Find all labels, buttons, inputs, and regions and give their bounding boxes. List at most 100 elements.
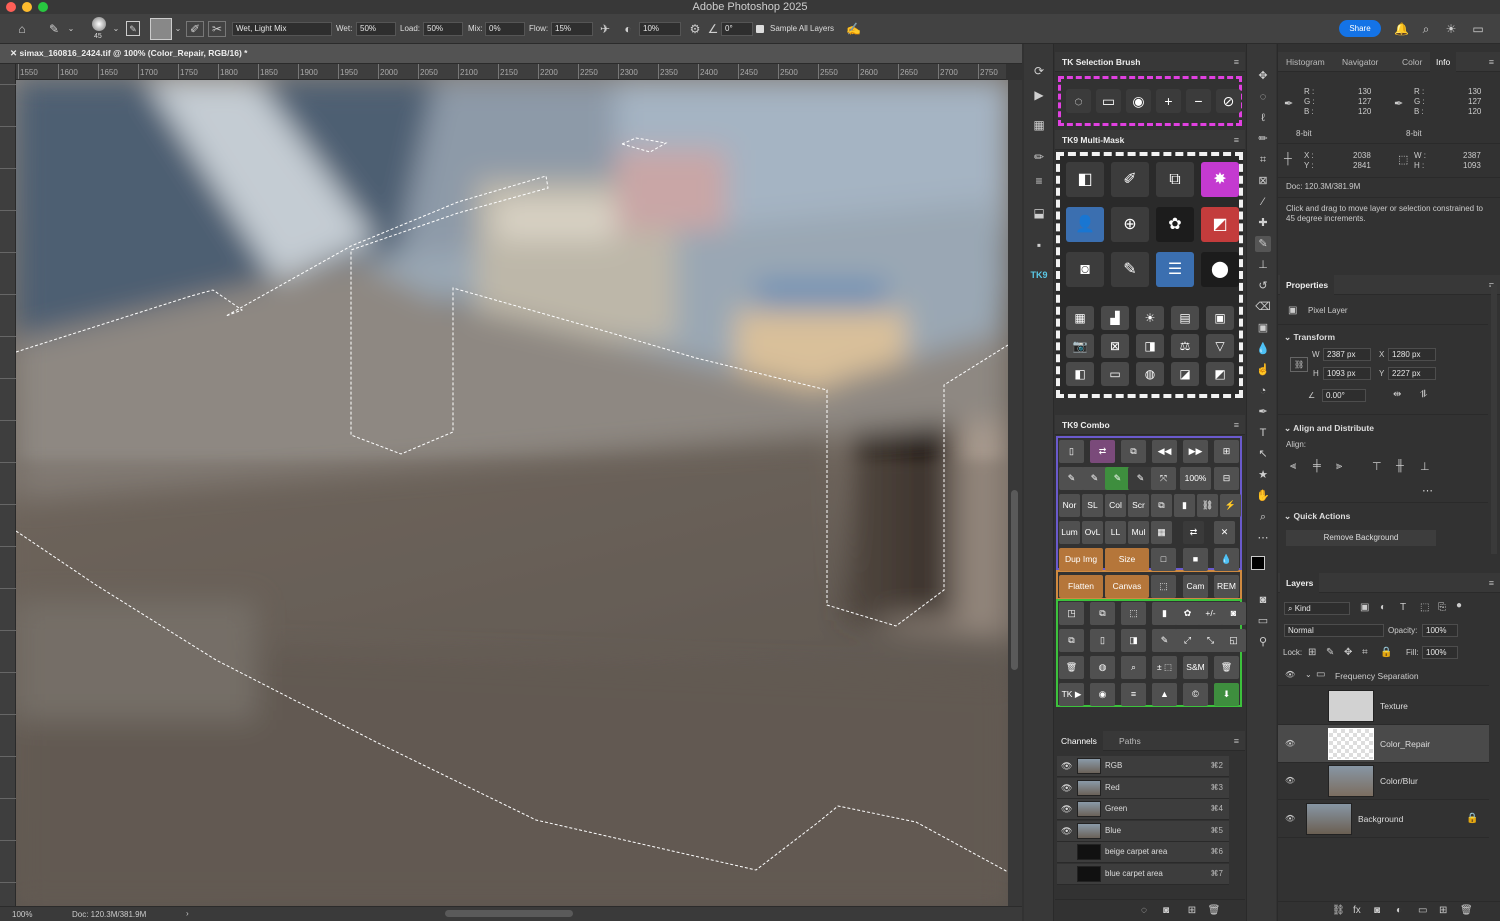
- lock-transparent-icon[interactable]: ⊞: [1308, 647, 1316, 658]
- combo-icon-button[interactable]: ✎: [1152, 629, 1177, 652]
- lock-artboard-icon[interactable]: ⌗: [1362, 647, 1368, 658]
- multimask-small-button[interactable]: ▣: [1206, 306, 1234, 330]
- tk-selection-button[interactable]: ⊘: [1216, 89, 1241, 113]
- combo-rem-button[interactable]: REM CAF: [1214, 575, 1239, 598]
- combo-sl-button[interactable]: SL: [1082, 494, 1103, 517]
- combo-canvas-button[interactable]: Canvas: [1105, 575, 1149, 598]
- tab-navigator[interactable]: Navigator: [1336, 52, 1384, 72]
- blend-mode-select[interactable]: Normal: [1284, 624, 1384, 637]
- panel-menu-icon[interactable]: ≡: [1234, 57, 1239, 67]
- multimask-small-button[interactable]: 📷: [1066, 334, 1094, 358]
- channel-row[interactable]: 👁 RGB ⌘2: [1057, 756, 1229, 777]
- layer-row[interactable]: Texture: [1278, 687, 1489, 725]
- channel-row[interactable]: beige carpet area ⌘6: [1057, 842, 1229, 863]
- eye-icon[interactable]: 👁: [1285, 739, 1295, 748]
- combo-icon-button[interactable]: ⊟: [1214, 467, 1239, 490]
- close-window-button[interactable]: [6, 2, 16, 12]
- multimask-small-button[interactable]: ⚖: [1171, 334, 1199, 358]
- combo-icon-button[interactable]: 💧: [1214, 548, 1239, 571]
- panel-menu-icon[interactable]: ≡: [1489, 57, 1494, 67]
- hand-tool-icon[interactable]: ✋: [1255, 488, 1271, 504]
- tk-selection-button[interactable]: ◉: [1126, 89, 1151, 113]
- tool-preset-chevron-icon[interactable]: ⌄: [66, 22, 76, 36]
- wet-input[interactable]: 50%: [356, 22, 396, 36]
- load-selection-icon[interactable]: ◌: [1137, 904, 1151, 918]
- combo-icon-button[interactable]: ⚡: [1220, 494, 1241, 517]
- clean-brush-icon[interactable]: ✂: [208, 21, 226, 37]
- group-chevron-icon[interactable]: ⌄: [1305, 670, 1312, 679]
- multimask-icon-button[interactable]: ⬤: [1201, 252, 1239, 287]
- document-tab[interactable]: ✕ simax_160816_2424.tif @ 100% (Color_Re…: [0, 44, 1022, 64]
- tk-selection-button[interactable]: −: [1186, 89, 1211, 113]
- combo-flatten-button[interactable]: Flatten: [1059, 575, 1103, 598]
- type-tool-icon[interactable]: T: [1255, 425, 1271, 441]
- filter-type-icon[interactable]: T: [1400, 602, 1406, 613]
- adjust-panel-icon[interactable]: ≡: [1032, 174, 1046, 188]
- minimize-window-button[interactable]: [22, 2, 32, 12]
- combo-scr-button[interactable]: Scr: [1128, 494, 1149, 517]
- history-brush-tool-icon[interactable]: ↺: [1255, 278, 1271, 294]
- combo-icon-button[interactable]: ✎: [1128, 467, 1153, 490]
- flip-horizontal-icon[interactable]: ⇹: [1393, 389, 1401, 400]
- eye-icon[interactable]: 👁: [1061, 761, 1072, 772]
- combo-icon-button[interactable]: ▲: [1152, 683, 1177, 706]
- shape-tool-icon[interactable]: ★: [1255, 467, 1271, 483]
- combo-icon-button[interactable]: ▦: [1151, 521, 1172, 544]
- eye-icon[interactable]: 👁: [1285, 670, 1295, 679]
- blur-tool-icon[interactable]: 💧: [1255, 341, 1271, 357]
- combo-lum-button[interactable]: Lum: [1059, 521, 1080, 544]
- channel-row[interactable]: 👁 Green ⌘4: [1057, 799, 1229, 820]
- fill-input[interactable]: 100%: [1422, 646, 1458, 659]
- align-vcenter-icon[interactable]: ╫: [1396, 460, 1404, 472]
- multimask-icon-button[interactable]: ◩: [1201, 207, 1239, 242]
- tab-layers[interactable]: Layers: [1280, 573, 1320, 593]
- width-input[interactable]: 2387 px: [1323, 348, 1371, 361]
- multimask-small-button[interactable]: ◍: [1136, 362, 1164, 386]
- scroll-thumb[interactable]: [1011, 490, 1018, 670]
- bell-icon[interactable]: 🔔: [1394, 22, 1409, 36]
- delete-layer-icon[interactable]: 🗑: [1460, 905, 1473, 916]
- combo-icon-button[interactable]: ✎: [1105, 467, 1130, 490]
- combo-icon-button[interactable]: ▶▶: [1183, 440, 1208, 463]
- new-layer-icon[interactable]: ⊞: [1439, 905, 1447, 916]
- multimask-icon-button[interactable]: ✿: [1156, 207, 1194, 242]
- combo-icon-button[interactable]: ⇄: [1090, 440, 1115, 463]
- quick-select-tool-icon[interactable]: ✏: [1255, 131, 1271, 147]
- eyedropper-tool-icon[interactable]: ⁄: [1255, 194, 1271, 210]
- layer-row[interactable]: 👁 Color/Blur: [1278, 762, 1489, 800]
- move-tool-icon[interactable]: ✥: [1255, 68, 1271, 84]
- eye-icon[interactable]: 👁: [1061, 826, 1072, 837]
- trash-icon[interactable]: 🗑: [1207, 904, 1221, 918]
- combo-icon-button[interactable]: ⛓: [1197, 494, 1218, 517]
- combo-icon-button[interactable]: ◳: [1059, 602, 1084, 625]
- tab-properties[interactable]: Properties: [1280, 275, 1335, 295]
- combo-icon-button[interactable]: ◨: [1121, 629, 1146, 652]
- multimask-icon-button[interactable]: ◙: [1066, 252, 1104, 287]
- combo-icon-button[interactable]: ✕: [1214, 521, 1235, 544]
- multimask-icon-button[interactable]: ✸: [1201, 162, 1239, 197]
- canvas[interactable]: [16, 80, 1008, 906]
- multimask-small-button[interactable]: ▤: [1171, 306, 1199, 330]
- panel-menu-icon[interactable]: ≡: [1234, 420, 1239, 430]
- canvas-vertical-scrollbar[interactable]: [1008, 80, 1022, 906]
- horizontal-scroll-thumb[interactable]: [445, 910, 573, 917]
- home-icon[interactable]: ⌂: [14, 22, 30, 36]
- stamp-tool-icon[interactable]: ⊥: [1255, 257, 1271, 273]
- multimask-small-button[interactable]: ▽: [1206, 334, 1234, 358]
- remove-background-button[interactable]: Remove Background: [1286, 530, 1436, 546]
- combo-mul-button[interactable]: Mul: [1128, 521, 1149, 544]
- multimask-icon-button[interactable]: ◧: [1066, 162, 1104, 197]
- combo-col-button[interactable]: Col: [1105, 494, 1126, 517]
- combo-icon-button[interactable]: ◱: [1221, 629, 1246, 652]
- angle-input[interactable]: 0.00°: [1322, 389, 1366, 402]
- filter-shape-icon[interactable]: ⬚: [1420, 602, 1429, 613]
- combo-icon-button[interactable]: ◍: [1090, 656, 1115, 679]
- multimask-icon-button[interactable]: ⧉: [1156, 162, 1194, 197]
- combo-icon-button[interactable]: 🗑: [1214, 656, 1239, 679]
- quick-actions-section[interactable]: ⌄ Quick Actions: [1284, 511, 1350, 522]
- align-right-icon[interactable]: ⫸: [1336, 460, 1342, 473]
- quick-mask-icon[interactable]: ◙: [1255, 592, 1271, 608]
- angle-input[interactable]: 0°: [721, 22, 753, 36]
- zoom-level[interactable]: 100%: [12, 910, 32, 919]
- combo-icon-button[interactable]: ✿: [1175, 602, 1200, 625]
